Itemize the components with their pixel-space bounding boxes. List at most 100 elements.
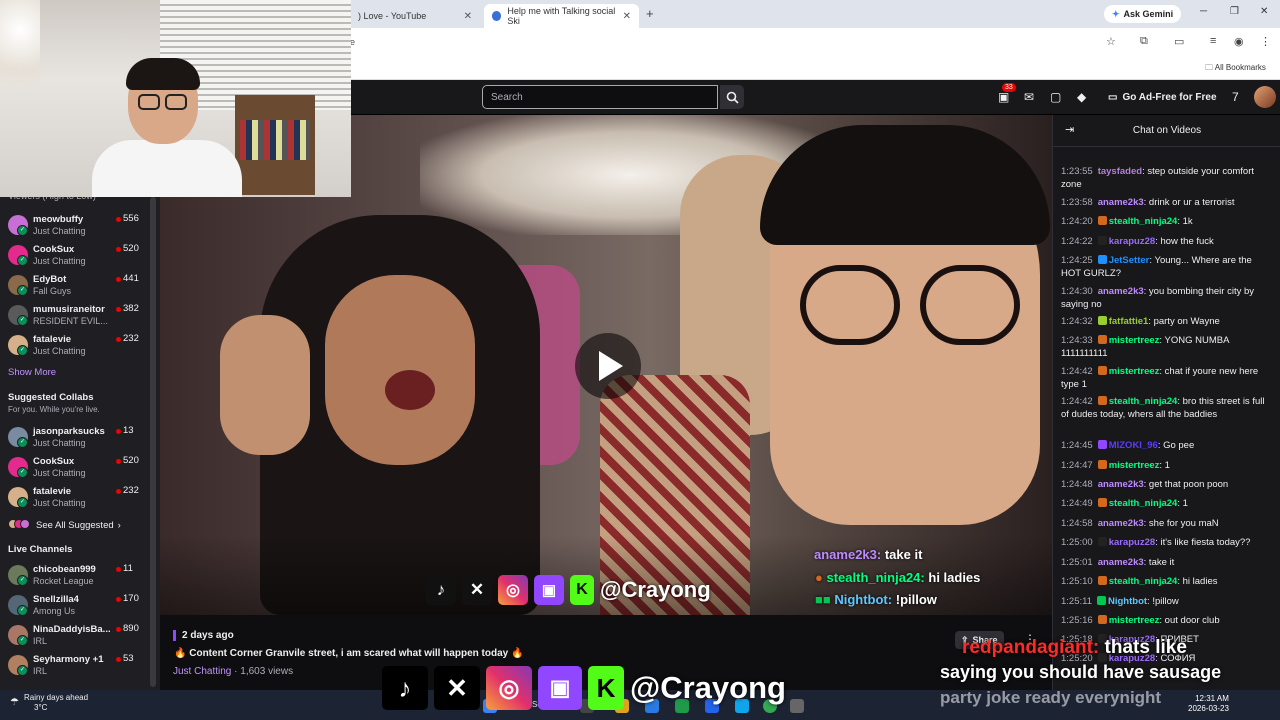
inbox-icon[interactable]: ▣ xyxy=(998,90,1009,104)
chat-username[interactable]: mistertreez xyxy=(1109,460,1160,471)
stream-social-overlay: ♪ ✕ ◎ ▣ K @Crayong xyxy=(382,666,786,710)
chat-username[interactable]: stealth_ninja24 xyxy=(1109,216,1178,227)
stacked-avatars-icon xyxy=(8,518,30,532)
chat-text: : drink or ur a terrorist xyxy=(1143,197,1235,208)
chat-username[interactable]: stealth_ninja24 xyxy=(1109,576,1178,587)
live-channel-snellzilla4[interactable]: ✓ Snellzilla4 Among Us 170 xyxy=(0,591,160,621)
chat-username[interactable]: mistertreez xyxy=(1109,366,1160,377)
followed-channel-fatalevie[interactable]: ✓ fatalevie Just Chatting 232 xyxy=(0,331,160,361)
ask-gemini-button[interactable]: ✦ Ask Gemini xyxy=(1104,5,1182,23)
live-dot-icon xyxy=(116,597,121,602)
clock[interactable]: 12:31 AM 2026-03-23 xyxy=(1188,694,1229,714)
channel-name: Seyharmony +1 xyxy=(33,654,104,665)
weather-line2: 3°C xyxy=(34,703,48,712)
address-bar[interactable]: e ☆ ⧉ ▭ ≡ ◉ ⋮ xyxy=(350,28,1280,56)
chat-username[interactable]: aname2k3 xyxy=(1098,557,1144,568)
show-more-link[interactable]: Show More xyxy=(8,367,56,378)
ad-free-button[interactable]: ▭ Go Ad-Free for Free xyxy=(1102,86,1223,108)
profile-icon[interactable]: ◉ xyxy=(1234,35,1244,48)
avatar: ✓ xyxy=(8,655,28,676)
user-avatar[interactable] xyxy=(1254,86,1276,108)
avatar: ✓ xyxy=(8,565,28,586)
channel-name: meowbuffy xyxy=(33,214,84,225)
suggested-collabs-subtitle: For you. While you're live. xyxy=(8,405,100,414)
channel-category: Rocket League xyxy=(33,576,94,586)
close-tab-icon[interactable]: ✕ xyxy=(464,11,472,22)
live-channel-seyharmony[interactable]: ✓ Seyharmony +1 IRL 53 xyxy=(0,651,160,681)
lamp xyxy=(0,0,40,120)
folder-icon: 🗀 xyxy=(1205,63,1215,72)
live-channel-chicobean999[interactable]: ✓ chicobean999 Rocket League 11 xyxy=(0,561,160,591)
see-all-suggested-link[interactable]: See All Suggested › xyxy=(8,518,121,532)
chat-username[interactable]: aname2k3 xyxy=(1098,518,1144,529)
chat-username[interactable]: mistertreez xyxy=(1109,615,1160,626)
chat-username[interactable]: stealth_ninja24 xyxy=(1109,498,1178,509)
chat-message: 1:23:58 aname2k3: drink or ur a terrorist xyxy=(1061,196,1273,209)
chat-username[interactable]: MIZOKI_96 xyxy=(1109,440,1158,451)
chat-username[interactable]: aname2k3 xyxy=(1098,286,1144,297)
chat-username[interactable]: aname2k3 xyxy=(1098,479,1144,490)
followed-channel-cooksux[interactable]: ✓ CookSux Just Chatting 520 xyxy=(0,241,160,271)
chat-username[interactable]: stealth_ninja24 xyxy=(1109,396,1178,407)
followed-channel-meowbuffy[interactable]: ✓ meowbuffy Just Chatting 556 xyxy=(0,211,160,241)
sidebar-scrollbar[interactable] xyxy=(150,197,156,687)
tab-youtube[interactable]: ) Love - YouTube ✕ xyxy=(350,4,480,28)
mail-icon[interactable]: ✉ xyxy=(1024,90,1034,104)
chat-message: 1:24:42 stealth_ninja24: bro this street … xyxy=(1061,395,1273,421)
close-tab-icon[interactable]: ✕ xyxy=(623,11,631,22)
reading-list-icon[interactable]: ≡ xyxy=(1210,35,1216,47)
chat-timestamp: 1:24:48 xyxy=(1061,479,1093,490)
live-dot-icon xyxy=(116,337,121,342)
cast-icon[interactable]: ▭ xyxy=(1174,35,1184,48)
restore-icon[interactable]: ❐ xyxy=(1230,6,1239,17)
chat-username[interactable]: Nightbot xyxy=(1108,596,1147,607)
play-button[interactable] xyxy=(575,333,641,399)
chat-message: 1:24:45 MIZOKI_96: Go pee xyxy=(1061,439,1273,452)
weather-widget[interactable]: ☂ Rainy days ahead 3°C xyxy=(10,693,88,713)
star-icon[interactable]: ☆ xyxy=(1106,35,1116,48)
extensions-icon[interactable]: ⧉ xyxy=(1140,35,1148,48)
overlay-chat-line: ■■ Nightbot: !pillow xyxy=(815,592,937,607)
followed-channel-mumusiraneitor[interactable]: ✓ mumusiraneitor RESIDENT EVIL... 382 xyxy=(0,301,160,331)
search-input[interactable]: Search xyxy=(482,85,718,109)
suggested-channel-cooksux[interactable]: ✓ CookSux Just Chatting 520 xyxy=(0,453,160,483)
whispers-icon[interactable]: ▢ xyxy=(1050,90,1061,104)
suggested-channel-fatalevie[interactable]: ✓ fatalevie Just Chatting 232 xyxy=(0,483,160,513)
chat-message: 1:25:11 Nightbot: !pillow xyxy=(1061,595,1273,608)
category-link[interactable]: Just Chatting xyxy=(173,666,231,677)
chat-username[interactable]: aname2k3 xyxy=(1098,197,1144,208)
chat-username[interactable]: JetSetter xyxy=(1109,255,1150,266)
menu-icon[interactable]: ⋮ xyxy=(1260,35,1271,48)
chat-timestamp: 1:24:47 xyxy=(1061,460,1093,471)
woman-mouth xyxy=(385,370,435,410)
bits-icon[interactable]: ◆ xyxy=(1077,90,1086,104)
live-dot-icon xyxy=(116,277,121,282)
followed-channel-edybot[interactable]: ✓ EdyBot Fall Guys 441 xyxy=(0,271,160,301)
chat-badge-icon xyxy=(1097,440,1107,449)
chat-username[interactable]: taysfaded xyxy=(1098,166,1142,177)
chat-username[interactable]: karapuz28 xyxy=(1109,236,1155,247)
instagram-icon: ◎ xyxy=(486,666,532,710)
avatar: ✓ xyxy=(8,487,28,508)
live-channel-ninadaddy[interactable]: ✓ NinaDaddyisBa... IRL 890 xyxy=(0,621,160,651)
suggested-channel-jasonparksucks[interactable]: ✓ jasonparksucks Just Chatting 13 xyxy=(0,423,160,453)
app-icon[interactable] xyxy=(790,699,804,713)
channel-category: RESIDENT EVIL... xyxy=(33,316,108,326)
tab-gemini[interactable]: Help me with Talking social Ski ✕ xyxy=(484,4,639,28)
waving-hand xyxy=(220,315,310,455)
translate-icon[interactable]: 7 xyxy=(1232,90,1239,104)
channel-category: Among Us xyxy=(33,606,76,616)
all-bookmarks-button[interactable]: 🗀 All Bookmarks xyxy=(1205,62,1266,76)
search-button[interactable] xyxy=(720,85,744,109)
emote-icon: ● xyxy=(815,570,823,585)
chat-panel: ⇥ Chat on Videos 1:23:55 taysfaded: step … xyxy=(1052,115,1280,690)
chat-username[interactable]: mistertreez xyxy=(1109,335,1160,346)
chat-badge-icon xyxy=(1097,498,1107,507)
chat-username[interactable]: karapuz28 xyxy=(1109,537,1155,548)
chat-timestamp: 1:25:11 xyxy=(1061,596,1092,607)
new-tab-button[interactable]: + xyxy=(646,6,654,21)
chat-username[interactable]: fatfattie1 xyxy=(1109,316,1149,327)
chat-timestamp: 1:25:01 xyxy=(1061,557,1093,568)
close-window-icon[interactable]: ✕ xyxy=(1260,6,1268,17)
minimize-icon[interactable]: ─ xyxy=(1200,6,1207,17)
